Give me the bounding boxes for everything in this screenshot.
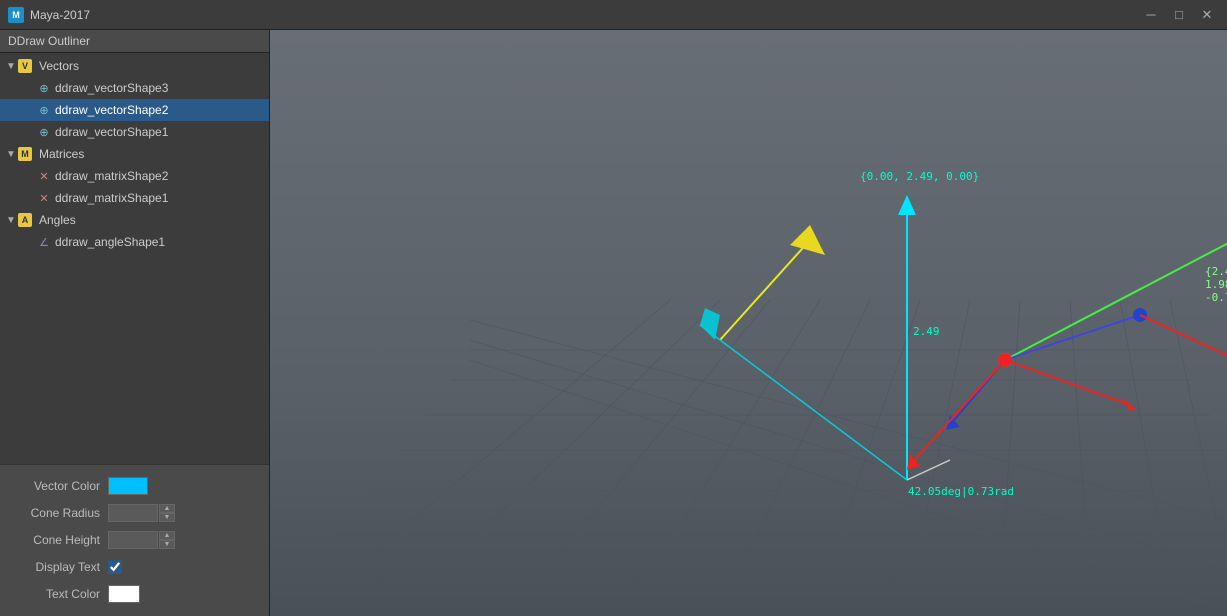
- tree-item-matrixshape2[interactable]: ✕ ddraw_matrixShape2: [0, 165, 269, 187]
- cone-radius-label: Cone Radius: [8, 506, 108, 520]
- display-text-label: Display Text: [8, 560, 108, 574]
- maximize-button[interactable]: □: [1167, 5, 1191, 25]
- cone-radius-spinbox: 0.10 ▲ ▼: [108, 504, 175, 522]
- shape1-label: ddraw_vectorShape1: [55, 125, 168, 139]
- cone-height-down[interactable]: ▼: [159, 540, 175, 549]
- window-title: Maya-2017: [30, 8, 1139, 22]
- viewport-grid: [270, 30, 1227, 616]
- cone-height-row: Cone Height 0.20 ▲ ▼: [8, 527, 261, 553]
- shape-icon-3: ⊕: [36, 80, 52, 96]
- cone-radius-input[interactable]: 0.10: [108, 504, 158, 522]
- cone-height-input[interactable]: 0.20: [108, 531, 158, 549]
- shape2-label: ddraw_vectorShape2: [55, 103, 168, 117]
- minimize-button[interactable]: ─: [1139, 5, 1163, 25]
- cone-height-spinbox: 0.20 ▲ ▼: [108, 531, 175, 549]
- window-controls: ─ □ ✕: [1139, 5, 1219, 25]
- matrices-label: Matrices: [39, 147, 84, 161]
- tree-arrow-angles: ▼: [4, 213, 18, 227]
- cone-height-up[interactable]: ▲: [159, 531, 175, 540]
- tree-item-shape3[interactable]: ⊕ ddraw_vectorShape3: [0, 77, 269, 99]
- vector-color-swatch[interactable]: [108, 477, 148, 495]
- tree-item-vectors-group[interactable]: ▼ V Vectors: [0, 55, 269, 77]
- vector-color-label: Vector Color: [8, 479, 108, 493]
- tree-item-angleshape1[interactable]: ∠ ddraw_angleShape1: [0, 231, 269, 253]
- text-color-label: Text Color: [8, 587, 108, 601]
- main-area: DDraw Outliner ▼ V Vectors ⊕ ddraw_vecto…: [0, 30, 1227, 616]
- left-panel: DDraw Outliner ▼ V Vectors ⊕ ddraw_vecto…: [0, 30, 270, 616]
- tree-item-angles-group[interactable]: ▼ A Angles: [0, 209, 269, 231]
- cone-radius-up[interactable]: ▲: [159, 504, 175, 513]
- shape3-label: ddraw_vectorShape3: [55, 81, 168, 95]
- group-icon-matrices: M: [18, 147, 32, 161]
- cone-height-label: Cone Height: [8, 533, 108, 547]
- cone-radius-spin-buttons: ▲ ▼: [159, 504, 175, 522]
- tree-item-matrices-group[interactable]: ▼ M Matrices: [0, 143, 269, 165]
- matrixshape2-label: ddraw_matrixShape2: [55, 169, 168, 183]
- angles-label: Angles: [39, 213, 76, 227]
- cone-radius-down[interactable]: ▼: [159, 513, 175, 522]
- vectors-label: Vectors: [39, 59, 79, 73]
- tree-arrow-vectors: ▼: [4, 59, 18, 73]
- tree-item-matrixshape1[interactable]: ✕ ddraw_matrixShape1: [0, 187, 269, 209]
- title-bar: M Maya-2017 ─ □ ✕: [0, 0, 1227, 30]
- tree-arrow-matrices: ▼: [4, 147, 18, 161]
- angle-icon-1: ∠: [36, 234, 52, 250]
- cone-height-spin-buttons: ▲ ▼: [159, 531, 175, 549]
- display-text-row: Display Text: [8, 554, 261, 580]
- angleshape1-label: ddraw_angleShape1: [55, 235, 165, 249]
- group-icon-angles: A: [18, 213, 32, 227]
- outliner-tree: ▼ V Vectors ⊕ ddraw_vectorShape3 ⊕ ddraw…: [0, 53, 269, 464]
- vector-color-row: Vector Color: [8, 473, 261, 499]
- app-icon: M: [8, 7, 24, 23]
- shape-icon-2: ⊕: [36, 102, 52, 118]
- properties-panel: Vector Color Cone Radius 0.10 ▲ ▼ Cone H…: [0, 464, 269, 616]
- text-color-swatch[interactable]: [108, 585, 140, 603]
- matrix-icon-1: ✕: [36, 190, 52, 206]
- outliner-header: DDraw Outliner: [0, 30, 269, 53]
- cone-radius-row: Cone Radius 0.10 ▲ ▼: [8, 500, 261, 526]
- close-button[interactable]: ✕: [1195, 5, 1219, 25]
- viewport: {0.00, 2.49, 0.00} 2.49 {2.43, 1.98, -0.…: [270, 30, 1227, 616]
- tree-item-shape2[interactable]: ⊕ ddraw_vectorShape2: [0, 99, 269, 121]
- group-icon-vectors: V: [18, 59, 32, 73]
- shape-icon-1: ⊕: [36, 124, 52, 140]
- text-color-row: Text Color: [8, 581, 261, 607]
- tree-item-shape1[interactable]: ⊕ ddraw_vectorShape1: [0, 121, 269, 143]
- display-text-checkbox[interactable]: [108, 560, 122, 574]
- matrix-icon-2: ✕: [36, 168, 52, 184]
- matrixshape1-label: ddraw_matrixShape1: [55, 191, 168, 205]
